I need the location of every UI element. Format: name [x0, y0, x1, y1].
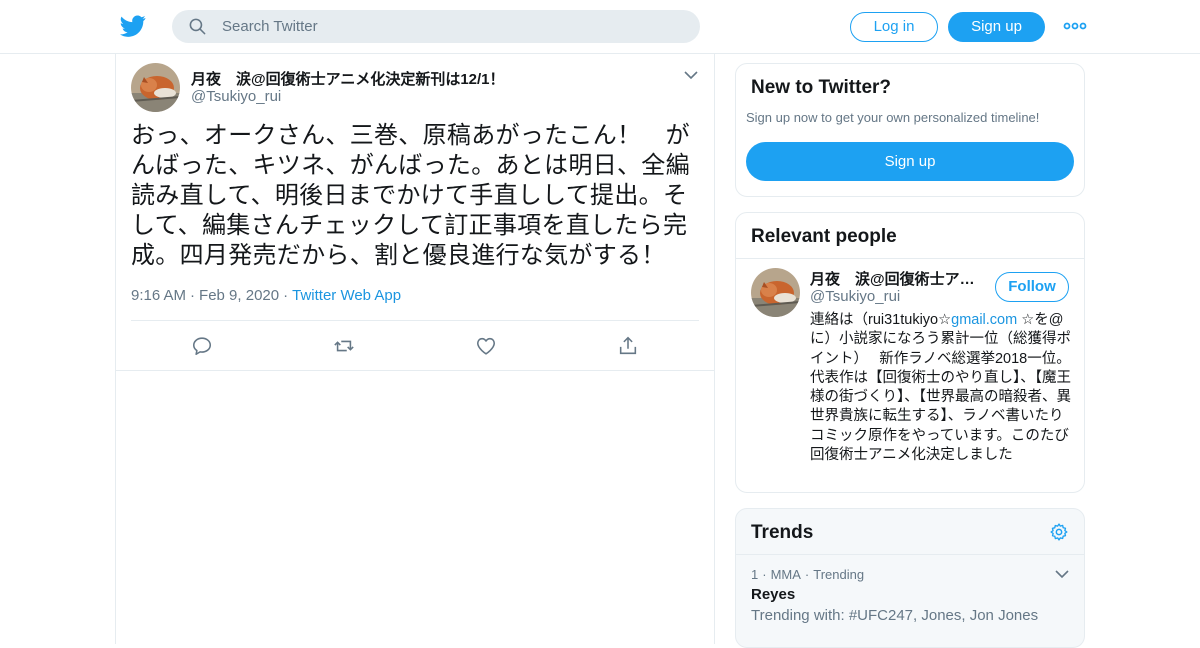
- gear-icon[interactable]: [1049, 522, 1069, 542]
- chevron-down-icon[interactable]: [1055, 569, 1069, 579]
- person-handle[interactable]: @Tsukiyo_rui: [810, 288, 900, 305]
- reply-icon[interactable]: [191, 335, 213, 357]
- chevron-down-icon[interactable]: [684, 70, 698, 80]
- top-bar: Log in Sign up: [0, 0, 1200, 54]
- separator: ·: [762, 567, 767, 582]
- tweet-date[interactable]: Feb 9, 2020: [199, 287, 279, 304]
- tweet-time[interactable]: 9:16 AM: [131, 287, 186, 304]
- fox-avatar-image: [751, 268, 800, 317]
- divider: [131, 320, 699, 321]
- divider: [736, 258, 1084, 259]
- person-name[interactable]: 月夜 涙@回復術士ア…: [810, 268, 980, 289]
- new-to-twitter-card: New to Twitter? Sign up now to get your …: [735, 63, 1085, 197]
- relevant-people-card: Relevant people 月夜 涙@回復術士ア… @Tsukiyo_rui…: [735, 212, 1085, 493]
- fox-avatar-image: [131, 63, 180, 112]
- divider: [736, 554, 1084, 555]
- card-title: New to Twitter?: [751, 77, 892, 98]
- trend-name[interactable]: Reyes: [751, 586, 795, 603]
- trend-status: Trending: [813, 567, 865, 582]
- tweet-source-link[interactable]: Twitter Web App: [292, 287, 401, 304]
- author-avatar[interactable]: [131, 63, 180, 112]
- card-title: Relevant people: [751, 226, 897, 247]
- separator: ·: [283, 287, 289, 304]
- card-subtitle: Sign up now to get your own personalized…: [746, 110, 1040, 125]
- tweet-timestamp: 9:16 AM · Feb 9, 2020 · Twitter Web App: [131, 287, 401, 304]
- author-name[interactable]: 月夜 涙@回復術士アニメ化決定新刊は12/1！: [191, 68, 505, 89]
- search-bar[interactable]: [172, 10, 700, 43]
- sign-up-button[interactable]: Sign up: [948, 12, 1045, 42]
- sidebar-sign-up-button[interactable]: Sign up: [746, 142, 1074, 181]
- author-handle[interactable]: @Tsukiyo_rui: [191, 88, 281, 105]
- tweet-text: おっ、オークさん、三巻、原稿あがったこん！ がんばった、キツネ、がんばった。あと…: [131, 122, 690, 269]
- person-bio: 連絡は（rui31tukiyo☆gmail.com ☆を@に）小説家になろう累計…: [810, 311, 1072, 465]
- twitter-logo-icon[interactable]: [120, 13, 146, 39]
- person-avatar[interactable]: [751, 268, 800, 317]
- separator: ·: [804, 567, 810, 582]
- share-icon[interactable]: [617, 335, 639, 357]
- trend-rank: 1: [751, 567, 759, 582]
- bio-text: ☆を@に）小説家になろう累計一位（総獲得ポイント） 新作ラノベ総選挙2018一位…: [810, 312, 1071, 464]
- follow-button[interactable]: Follow: [995, 272, 1069, 302]
- like-icon[interactable]: [475, 335, 497, 357]
- more-options-icon[interactable]: [1063, 19, 1087, 33]
- trend-meta: 1 · MMA · Trending: [751, 567, 864, 582]
- trends-card: Trends 1 · MMA · Trending Reyes Trending wit…: [735, 508, 1085, 648]
- bio-text: 連絡は（rui31tukiyo☆: [810, 312, 952, 328]
- log-in-button[interactable]: Log in: [850, 12, 938, 42]
- tweet-column: 月夜 涙@回復術士アニメ化決定新刊は12/1！ @Tsukiyo_rui おっ、…: [115, 54, 715, 644]
- bio-link[interactable]: gmail.com: [951, 312, 1017, 328]
- divider: [116, 370, 714, 371]
- search-icon: [189, 18, 206, 35]
- separator: ·: [190, 287, 196, 304]
- search-input[interactable]: [222, 10, 682, 43]
- trend-related: Trending with: #UFC247, Jones, Jon Jones: [751, 607, 1039, 624]
- trend-category: MMA: [770, 567, 801, 582]
- retweet-icon[interactable]: [333, 335, 355, 357]
- card-title: Trends: [751, 522, 814, 543]
